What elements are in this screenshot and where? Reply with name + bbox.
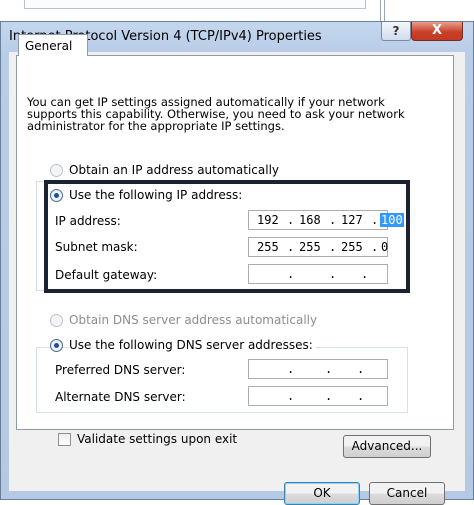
alternate-dns-field[interactable]: . . . xyxy=(248,386,388,406)
obtain-ip-auto-label[interactable]: Obtain an IP address automatically xyxy=(69,163,279,177)
obtain-dns-auto-label[interactable]: Obtain DNS server address automatically xyxy=(69,313,317,327)
octet-separator: . xyxy=(287,362,295,376)
preferred-dns-field[interactable]: . . . xyxy=(248,359,388,379)
validate-checkbox[interactable] xyxy=(58,433,71,446)
help-button[interactable]: ? xyxy=(381,22,411,41)
tab-general[interactable]: General xyxy=(18,34,88,56)
octet-separator: . xyxy=(357,362,365,376)
validate-label[interactable]: Validate settings upon exit xyxy=(77,432,237,446)
use-following-dns-label[interactable]: Use the following DNS server addresses: xyxy=(69,338,316,352)
background-window xyxy=(0,0,474,30)
octet-separator: . xyxy=(357,389,365,403)
close-button[interactable]: X xyxy=(411,22,463,41)
intro-text: You can get IP settings assigned automat… xyxy=(27,95,405,133)
cancel-button[interactable]: Cancel xyxy=(369,482,445,505)
use-following-dns-radio[interactable] xyxy=(50,339,63,352)
advanced-button[interactable]: Advanced... xyxy=(343,435,431,458)
octet-separator: . xyxy=(325,362,333,376)
alternate-dns-label: Alternate DNS server: xyxy=(55,390,186,404)
obtain-ip-auto-radio[interactable] xyxy=(50,164,63,177)
preferred-dns-label: Preferred DNS server: xyxy=(55,363,186,377)
octet-separator: . xyxy=(287,389,295,403)
obtain-dns-auto-radio[interactable] xyxy=(50,314,63,327)
highlight-annotation-box xyxy=(44,180,410,293)
octet-separator: . xyxy=(325,389,333,403)
background-window-edge xyxy=(24,0,366,9)
ok-button[interactable]: OK xyxy=(284,482,360,505)
